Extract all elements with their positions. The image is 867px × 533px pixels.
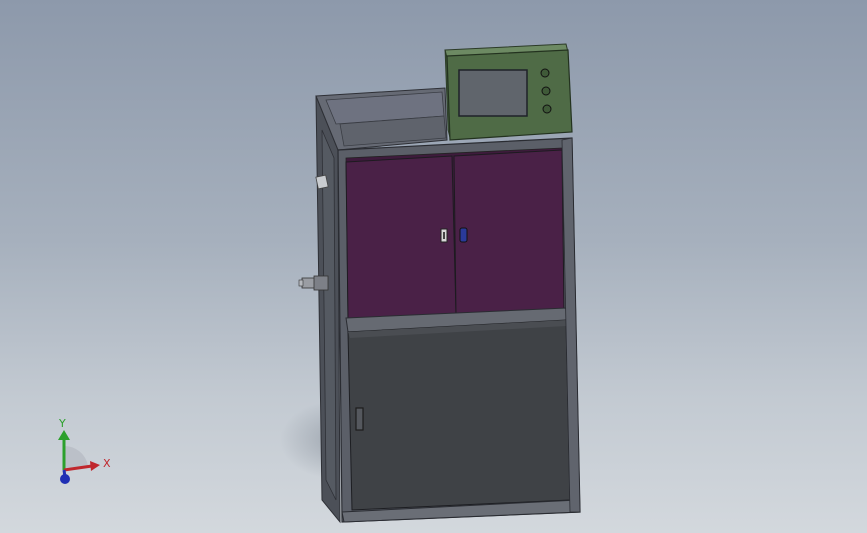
- hmi-button-1[interactable]: [540, 68, 550, 78]
- upper-right-door[interactable]: [453, 149, 565, 315]
- y-axis-label: Y: [58, 417, 66, 430]
- left-door-handle-inner: [443, 232, 445, 239]
- x-axis-label: X: [103, 457, 111, 470]
- right-door-handle[interactable]: [459, 227, 468, 243]
- model-view[interactable]: Y X: [0, 0, 867, 533]
- hmi-button-2[interactable]: [541, 86, 551, 96]
- hmi-control-box[interactable]: [444, 43, 573, 141]
- lower-door[interactable]: [347, 319, 571, 511]
- hmi-button-3[interactable]: [542, 104, 552, 114]
- lower-door-handle[interactable]: [355, 407, 364, 431]
- cad-viewport[interactable]: Y X: [0, 0, 867, 533]
- side-bracket: [315, 174, 329, 190]
- side-valve: [298, 275, 329, 291]
- coordinate-triad: Y X: [58, 417, 111, 484]
- y-axis-arrow: [58, 430, 70, 440]
- x-axis-arrow: [90, 461, 100, 471]
- upper-left-door[interactable]: [345, 155, 457, 321]
- hmi-screen[interactable]: [458, 69, 528, 117]
- z-axis-line: [62, 469, 67, 478]
- triad-plane: [64, 445, 88, 468]
